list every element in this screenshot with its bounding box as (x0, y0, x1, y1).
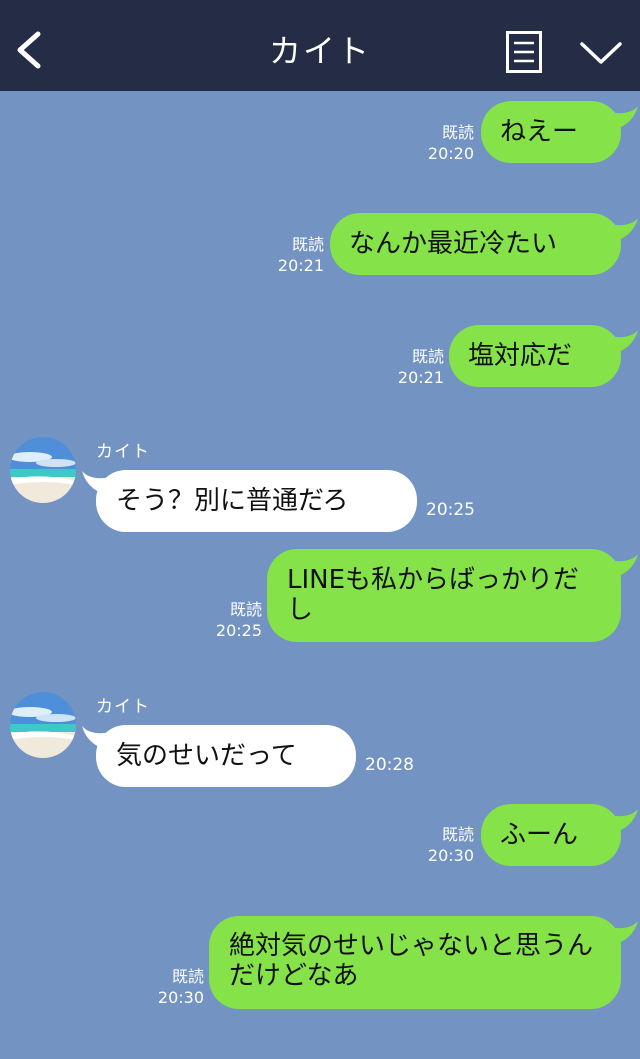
beach-avatar-image (10, 437, 76, 503)
read-status: 既読 20:30 (427, 825, 474, 865)
avatar[interactable] (10, 437, 76, 503)
outgoing-message[interactable]: 塩対応だ (449, 325, 621, 387)
incoming-message[interactable]: そう？別に普通だろ (96, 470, 417, 532)
message-time: 20:28 (365, 755, 414, 775)
sender-name: カイト (96, 697, 150, 717)
outgoing-message[interactable]: 絶対気のせいじゃないと思うんだけどなあ (209, 916, 621, 1009)
read-status: 既読 20:25 (215, 600, 262, 640)
avatar[interactable] (10, 692, 76, 758)
beach-avatar-image (10, 692, 76, 758)
chevron-down-icon (580, 42, 622, 64)
chat-header: カイト (0, 0, 640, 91)
chat-title: カイト (268, 32, 371, 70)
outgoing-message[interactable]: ふーん (481, 804, 621, 866)
list-icon (506, 31, 542, 73)
menu-button[interactable] (506, 31, 542, 73)
outgoing-message[interactable]: LINEも私からばっかりだし (267, 549, 621, 642)
read-status: 既読 20:30 (157, 967, 204, 1007)
outgoing-message[interactable]: なんか最近冷たい (330, 213, 621, 275)
incoming-message[interactable]: 気のせいだって (96, 725, 356, 787)
message-time: 20:25 (426, 500, 475, 520)
read-status: 既読 20:20 (427, 123, 474, 163)
read-status: 既読 20:21 (277, 235, 324, 275)
collapse-button[interactable] (578, 36, 624, 68)
read-status: 既読 20:21 (397, 347, 444, 387)
outgoing-message[interactable]: ねえー (481, 101, 621, 163)
sender-name: カイト (96, 442, 150, 462)
